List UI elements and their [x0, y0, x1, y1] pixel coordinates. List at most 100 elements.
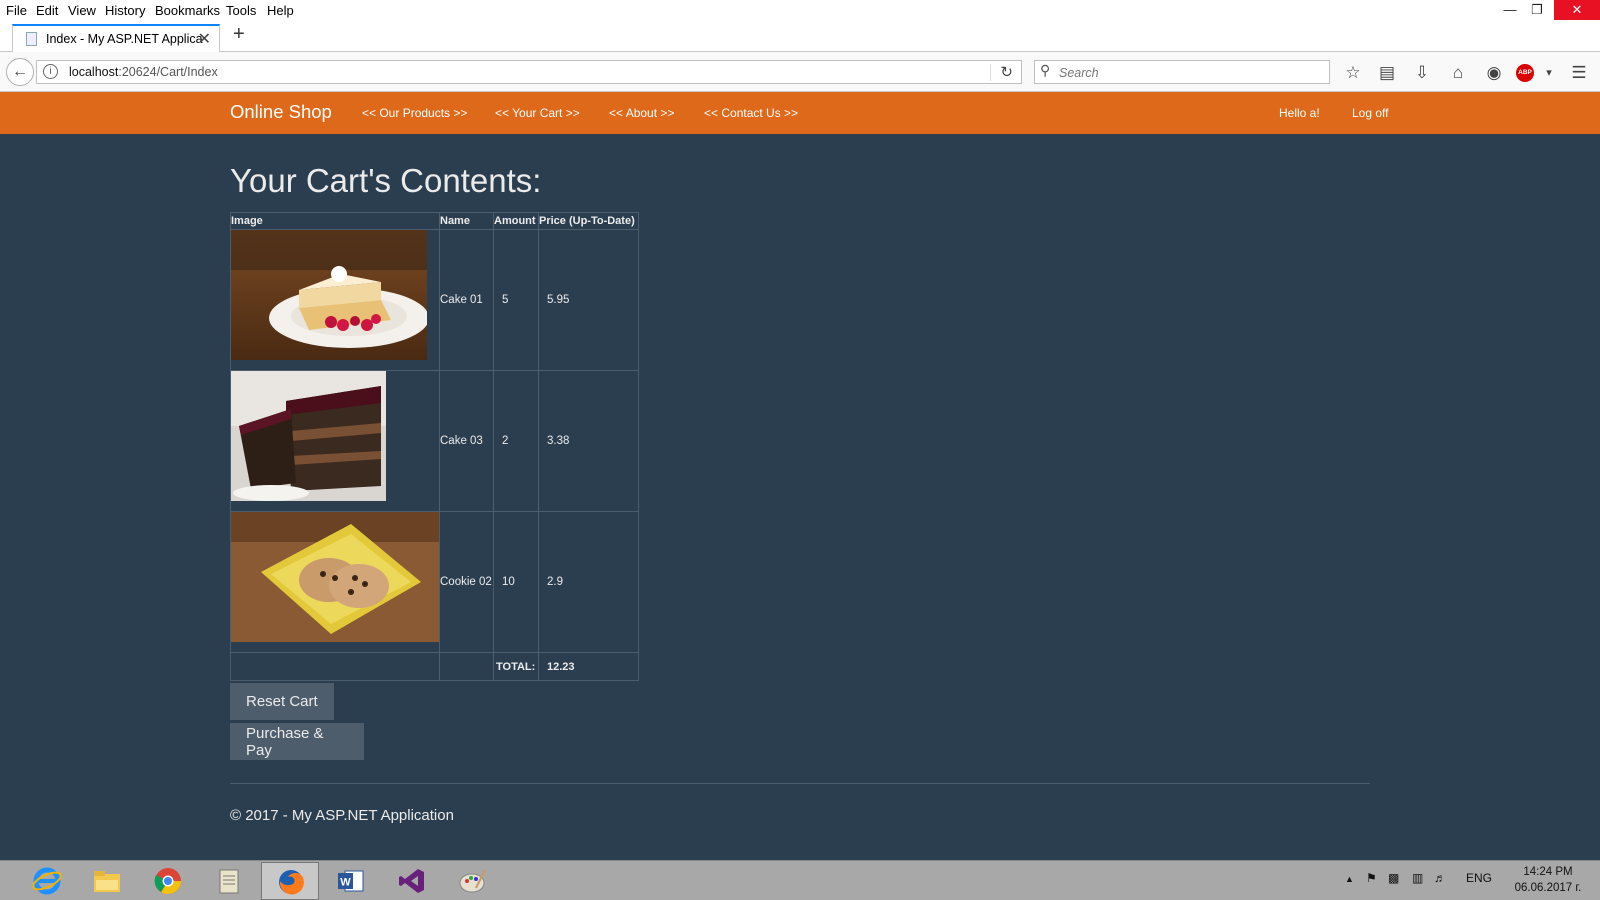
home-icon[interactable]: ⌂ — [1447, 63, 1469, 83]
taskbar-firefox[interactable] — [261, 862, 319, 900]
product-image-cell — [230, 229, 440, 371]
product-amount: 10 — [493, 511, 539, 653]
product-image-cell — [230, 511, 440, 653]
footer-copyright: © 2017 - My ASP.NET Application — [230, 807, 454, 824]
tab-strip: Index - My ASP.NET Applica ✕ + — [0, 22, 1600, 52]
taskbar-word[interactable]: W — [322, 862, 380, 900]
url-path: :20624/Cart/Index — [118, 65, 218, 79]
adblock-plus-icon[interactable]: ABP — [1516, 64, 1534, 82]
windows-taskbar: W ▲ ⚑ ▩ ▥ ♬ ENG 14:24 PM 06.06.2017 г. — [0, 860, 1600, 900]
restore-icon[interactable]: ❐ — [1515, 0, 1559, 20]
nav-our-products[interactable]: << Our Products >> — [362, 106, 467, 120]
downloads-icon[interactable]: ⇩ — [1411, 63, 1433, 83]
tab-title: Index - My ASP.NET Applica — [46, 32, 203, 46]
taskbar-internet-explorer[interactable] — [18, 862, 76, 900]
cake-03-image — [231, 371, 386, 501]
tray-flag-icon[interactable]: ⚑ — [1366, 871, 1377, 885]
word-icon: W — [338, 870, 364, 892]
menu-tools[interactable]: Tools — [226, 3, 256, 18]
table-row: Cake 01 5 5.95 — [230, 229, 639, 371]
browser-toolbar: ← i localhost:20624/Cart/Index ↻ ⚲ ☆ ▤ ⇩… — [0, 52, 1600, 92]
reading-list-icon[interactable]: ▤ — [1376, 63, 1398, 83]
menu-bookmarks[interactable]: Bookmarks — [155, 3, 220, 18]
nav-your-cart[interactable]: << Your Cart >> — [495, 106, 580, 120]
chrome-icon — [154, 868, 182, 895]
product-amount: 5 — [493, 229, 539, 371]
search-icon: ⚲ — [1040, 62, 1051, 78]
folder-icon — [94, 871, 120, 892]
logoff-link[interactable]: Log off — [1352, 106, 1388, 120]
menu-help[interactable]: Help — [267, 3, 294, 18]
table-row: Cake 03 2 3.38 — [230, 370, 639, 512]
product-name: Cake 01 — [439, 229, 494, 371]
close-window-icon[interactable]: ✕ — [1554, 0, 1600, 20]
table-row: Cookie 02 10 2.9 — [230, 511, 639, 653]
header-price: Price (Up-To-Date) — [538, 212, 639, 230]
tray-device-icon[interactable]: ▩ — [1388, 871, 1399, 885]
cart-table: Image Name Amount Price (Up-To-Date) Cak… — [230, 212, 639, 681]
volume-icon[interactable]: ♬ — [1434, 871, 1446, 885]
reset-cart-button[interactable]: Reset Cart — [230, 683, 334, 720]
page-title: Your Cart's Contents: — [230, 162, 542, 199]
total-row: TOTAL: 12.23 — [230, 652, 639, 681]
taskbar-notes-app[interactable] — [200, 862, 258, 900]
pocket-icon[interactable]: ◉ — [1483, 63, 1505, 83]
reload-icon[interactable]: ↻ — [1000, 63, 1013, 81]
product-price: 5.95 — [538, 229, 639, 371]
site-navbar: Online Shop << Our Products >> << Your C… — [0, 92, 1600, 134]
paint-palette-icon — [459, 869, 486, 893]
url-bar[interactable]: i localhost:20624/Cart/Index ↻ — [36, 60, 1022, 84]
notepad-icon — [219, 869, 239, 894]
clock-time: 14:24 PM — [1523, 866, 1573, 878]
taskbar-chrome[interactable] — [139, 862, 197, 900]
new-tab-icon[interactable]: + — [233, 23, 245, 46]
product-amount: 2 — [493, 370, 539, 512]
menu-edit[interactable]: Edit — [36, 3, 58, 18]
browser-menubar: File Edit View History Bookmarks Tools H… — [0, 0, 1600, 22]
clock-date: 06.06.2017 г. — [1514, 882, 1582, 894]
firefox-icon — [279, 870, 304, 895]
bookmark-star-icon[interactable]: ☆ — [1342, 63, 1364, 83]
brand-link[interactable]: Online Shop — [230, 101, 332, 123]
taskbar-visual-studio[interactable] — [383, 862, 441, 900]
network-signal-icon[interactable]: ▥ — [1412, 871, 1423, 885]
total-empty-cell — [439, 652, 494, 681]
table-header-row: Image Name Amount Price (Up-To-Date) — [230, 212, 639, 230]
header-name: Name — [439, 212, 494, 230]
product-name: Cookie 02 — [439, 511, 494, 653]
url-separator — [990, 64, 991, 81]
nav-contact-us[interactable]: << Contact Us >> — [704, 106, 798, 120]
total-label: TOTAL: — [493, 652, 539, 681]
tab-index[interactable]: Index - My ASP.NET Applica ✕ — [12, 24, 220, 52]
total-empty-cell — [230, 652, 440, 681]
back-arrow-icon[interactable]: ← — [6, 58, 34, 86]
product-image-cell — [230, 370, 440, 512]
header-amount: Amount — [493, 212, 539, 230]
product-price: 3.38 — [538, 370, 639, 512]
language-indicator[interactable]: ENG — [1466, 871, 1492, 885]
product-name: Cake 03 — [439, 370, 494, 512]
hamburger-menu-icon[interactable]: ☰ — [1568, 63, 1590, 83]
menu-history[interactable]: History — [105, 3, 145, 18]
adblock-dropdown-icon[interactable]: ▾ — [1538, 66, 1560, 79]
taskbar-clock[interactable]: 14:24 PM 06.06.2017 г. — [1508, 864, 1588, 896]
purchase-pay-button[interactable]: Purchase & Pay — [230, 723, 364, 760]
tray-expand-icon[interactable]: ▲ — [1345, 874, 1354, 884]
url-host: localhost — [69, 65, 119, 79]
site-info-icon[interactable]: i — [43, 64, 58, 79]
visual-studio-icon — [399, 869, 424, 893]
search-box[interactable]: ⚲ — [1034, 60, 1330, 84]
taskbar-file-explorer[interactable] — [78, 862, 136, 900]
total-value: 12.23 — [538, 652, 639, 681]
user-greeting-link[interactable]: Hello a! — [1279, 106, 1320, 120]
menu-view[interactable]: View — [68, 3, 96, 18]
svg-text:W: W — [340, 877, 351, 889]
search-input[interactable] — [1059, 64, 1319, 81]
cake-01-image — [231, 230, 427, 360]
taskbar-paint[interactable] — [444, 862, 502, 900]
header-image: Image — [230, 212, 440, 230]
menu-file[interactable]: File — [6, 3, 27, 18]
url-text[interactable]: localhost:20624/Cart/Index — [69, 65, 218, 79]
close-tab-icon[interactable]: ✕ — [198, 29, 211, 49]
nav-about[interactable]: << About >> — [609, 106, 674, 120]
